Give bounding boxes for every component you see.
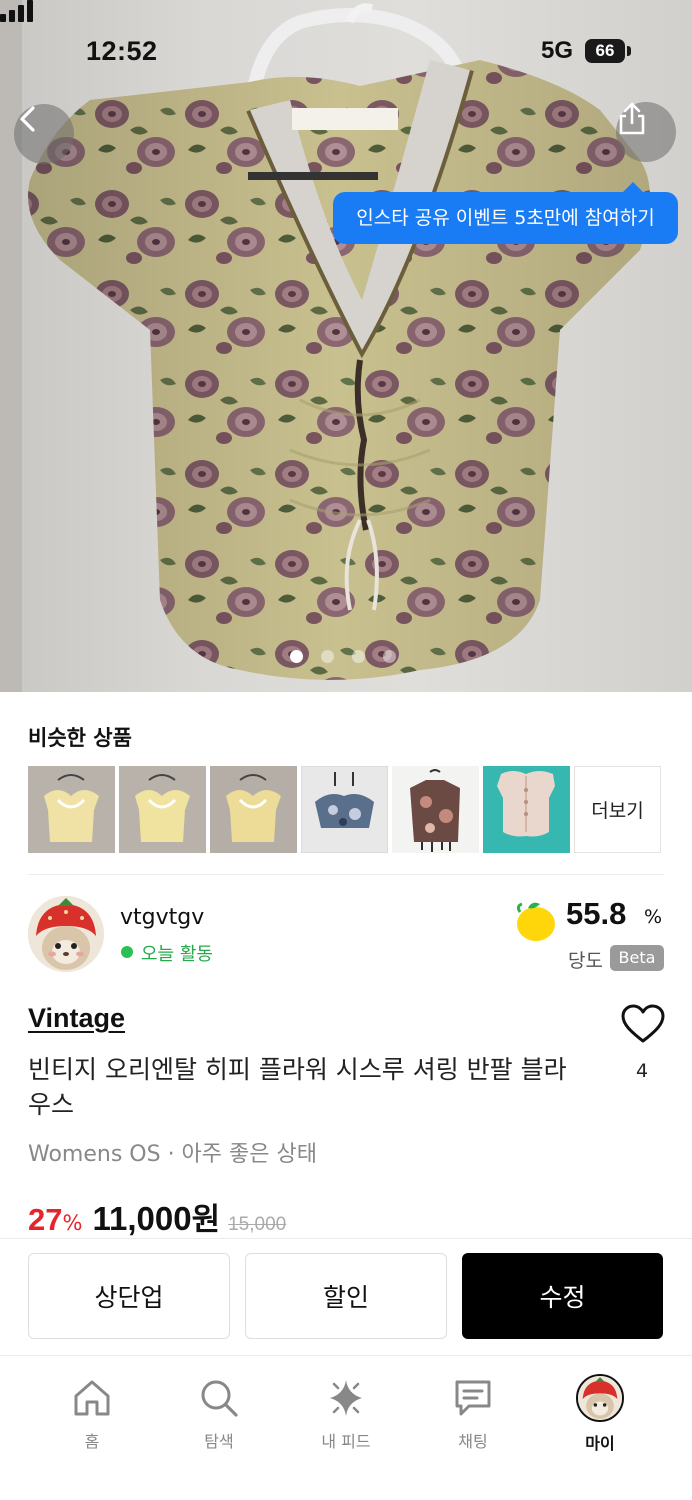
similar-section-title: 비슷한 상품	[28, 726, 132, 750]
status-time: 12:52	[86, 36, 158, 66]
divider	[28, 874, 664, 875]
sweetness-label[interactable]: 당도	[568, 946, 603, 973]
tab-home[interactable]: 홈	[32, 1376, 152, 1456]
tab-search[interactable]: 탐색	[159, 1376, 279, 1456]
home-icon	[74, 1380, 110, 1416]
chat-icon	[455, 1380, 491, 1416]
strawberry-hat-avatar	[28, 896, 104, 972]
back-button[interactable]	[14, 104, 74, 164]
brand-link[interactable]: Vintage	[28, 1003, 125, 1034]
online-status-icon	[121, 946, 133, 958]
tab-chat[interactable]: 채팅	[413, 1376, 533, 1456]
lemon-icon	[516, 902, 555, 941]
heart-icon[interactable]	[620, 1003, 666, 1045]
original-price: 15,000	[228, 1214, 287, 1235]
like-count: 4	[636, 1060, 649, 1082]
chevron-left-icon	[20, 106, 35, 132]
similar-more-button[interactable]: 더보기	[574, 766, 661, 853]
discount-unit: %	[62, 1211, 83, 1235]
tab-feed[interactable]: 내 피드	[286, 1376, 406, 1456]
signal-icon	[0, 0, 33, 22]
brown-floral-tee-thumbnail	[392, 766, 479, 853]
similar-item[interactable]	[119, 766, 206, 853]
product-photo[interactable]: 12:52 5G 66 인스타 공유 이벤트 5초만에 참여하기	[0, 0, 692, 692]
blue-floral-top-thumbnail	[301, 766, 388, 853]
tab-my[interactable]: 마이	[540, 1374, 660, 1456]
similar-item[interactable]	[210, 766, 297, 853]
pink-lace-top-thumbnail	[483, 766, 570, 853]
sparkle-icon	[330, 1380, 362, 1416]
tab-label: 채팅	[458, 1432, 488, 1451]
page-dot[interactable]	[321, 650, 334, 663]
status-bar: 12:52 5G 66	[0, 0, 692, 100]
similar-item[interactable]	[392, 766, 479, 853]
page-dot[interactable]	[290, 650, 303, 663]
discount-button[interactable]: 할인	[245, 1253, 447, 1339]
similar-item[interactable]	[28, 766, 115, 853]
similar-item[interactable]	[301, 766, 388, 853]
my-avatar	[576, 1374, 624, 1422]
price: 11,000	[92, 1200, 192, 1237]
strawberry-hat-avatar	[578, 1376, 622, 1420]
yellow-top-thumbnail	[119, 766, 206, 853]
yellow-top-thumbnail	[28, 766, 115, 853]
edit-button[interactable]: 수정	[462, 1253, 663, 1339]
sweetness-value: 55.8	[566, 896, 627, 931]
page-dot[interactable]	[352, 650, 365, 663]
share-icon	[619, 102, 645, 135]
seller-name[interactable]: vtgvtgv	[120, 905, 204, 930]
image-pagination	[290, 650, 396, 663]
battery-tip	[627, 46, 631, 56]
tab-label: 탐색	[204, 1432, 234, 1451]
product-meta: Womens OS · 아주 좋은 상태	[28, 1142, 317, 1167]
battery-icon: 66	[585, 39, 625, 63]
page-dot[interactable]	[383, 650, 396, 663]
similar-item[interactable]	[483, 766, 570, 853]
seller-activity: 오늘 활동	[141, 944, 213, 965]
yellow-top-thumbnail	[210, 766, 297, 853]
bottom-tab-bar: 홈 탐색 내 피드 채팅 마이	[0, 1356, 692, 1500]
seller-avatar[interactable]	[28, 896, 104, 972]
price-unit: 원	[191, 1202, 221, 1238]
beta-badge: Beta	[610, 945, 664, 971]
tab-label: 내 피드	[321, 1432, 371, 1451]
blouse-photo-illustration	[0, 0, 650, 692]
search-icon	[201, 1380, 238, 1417]
tab-label: 홈	[84, 1432, 100, 1451]
discount-rate: 27	[28, 1202, 63, 1237]
share-event-tooltip[interactable]: 인스타 공유 이벤트 5초만에 참여하기	[333, 182, 678, 244]
action-bar: 상단업 할인 수정	[0, 1238, 692, 1356]
network-type: 5G	[541, 37, 574, 64]
similar-items-list: 더보기	[28, 766, 661, 853]
price-row: 27 % 11,000 원 15,000	[28, 1194, 286, 1239]
bump-button[interactable]: 상단업	[28, 1253, 230, 1339]
share-button[interactable]	[616, 102, 676, 162]
sweetness-unit: %	[644, 906, 663, 928]
product-title: 빈티지 오리엔탈 히피 플라워 시스루 셔링 반팔 블라우스	[28, 1055, 567, 1119]
tab-label: 마이	[585, 1434, 615, 1453]
